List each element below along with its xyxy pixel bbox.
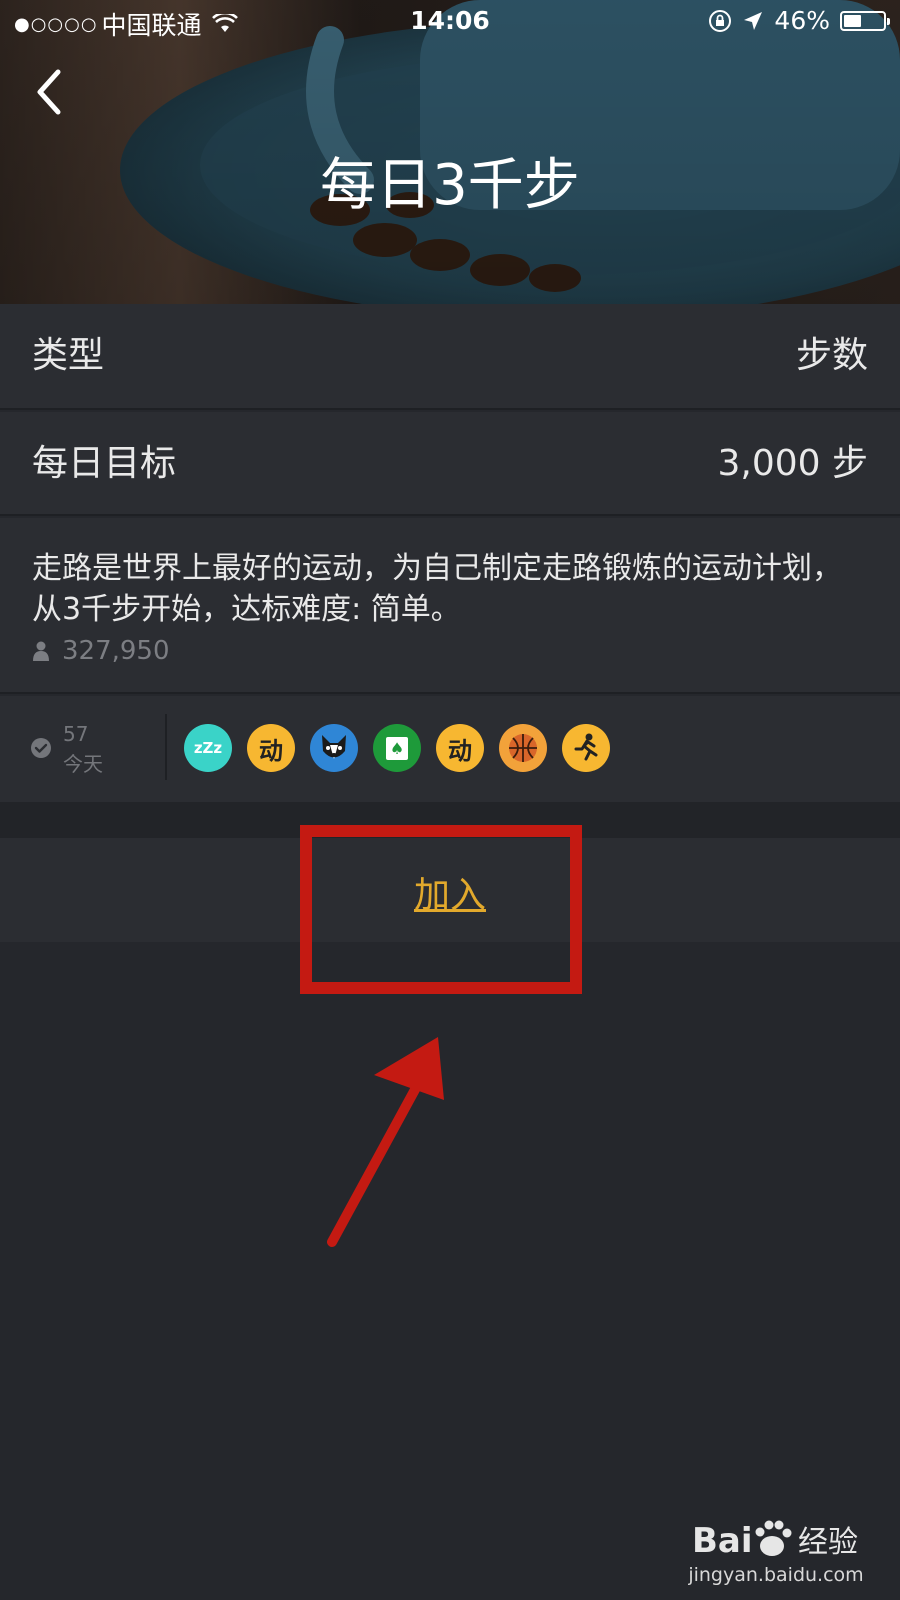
page-title: 每日3千步 <box>320 153 580 218</box>
join-bar: 加入 <box>0 838 900 942</box>
baidu-logo: Bai 经验 <box>692 1520 858 1561</box>
today-checkins: 57 今天 zZz 动 ♠ 动 <box>0 696 900 802</box>
annotation-arrow-head <box>374 1037 444 1100</box>
spade-card-icon[interactable]: ♠ <box>373 724 421 772</box>
today-count: 57 <box>63 722 89 746</box>
status-right: 46% <box>708 6 890 35</box>
participant-count: 327,950 <box>32 636 170 666</box>
location-arrow-icon <box>744 11 763 30</box>
svg-text:Bai: Bai <box>692 1521 753 1561</box>
screen: ●○○○○ 中国联通 14:06 46% 每日3千步 类型 步数 每日目标 3,… <box>0 0 900 1600</box>
sleep-icon[interactable]: zZz <box>184 724 232 772</box>
svg-text:经验: 经验 <box>798 1525 858 1560</box>
battery-fill <box>844 14 861 27</box>
person-icon <box>33 641 49 661</box>
move-icon[interactable]: 动 <box>247 724 295 772</box>
today-label: 今天 <box>63 752 103 776</box>
battery-icon <box>840 10 890 31</box>
daily-goal-value: 3,000 步 <box>717 443 868 484</box>
baidu-watermark: Bai 经验 jingyan.baidu.com <box>686 1502 886 1592</box>
battery-percent: 46% <box>774 6 830 35</box>
badge-glyph: 动 <box>259 736 283 765</box>
badge-glyph: zZz <box>193 739 223 757</box>
type-value: 步数 <box>795 335 868 376</box>
participant-count-value: 327,950 <box>62 636 170 666</box>
type-label: 类型 <box>32 335 105 376</box>
watermark-domain: jingyan.baidu.com <box>688 1564 864 1586</box>
basketball-icon[interactable] <box>499 724 547 772</box>
divider <box>165 714 167 780</box>
status-bar: ●○○○○ 中国联通 14:06 46% <box>0 0 900 44</box>
daily-goal-label: 每日目标 <box>32 443 177 484</box>
member-badges: zZz 动 ♠ 动 <box>184 724 610 772</box>
move-icon[interactable]: 动 <box>436 724 484 772</box>
check-circle-icon <box>31 738 51 758</box>
description-section: 走路是世界上最好的运动，为自己制定走路锻炼的运动计划，从3千步开始，达标难度: … <box>0 518 900 694</box>
annotation-arrow-shaft <box>327 1068 429 1247</box>
header-banner: ●○○○○ 中国联通 14:06 46% 每日3千步 <box>0 0 900 304</box>
description-text: 走路是世界上最好的运动，为自己制定走路锻炼的运动计划，从3千步开始，达标难度: … <box>32 551 842 627</box>
dog-avatar-icon[interactable] <box>310 724 358 772</box>
back-button[interactable] <box>28 66 72 118</box>
join-button[interactable]: 加入 <box>0 866 900 918</box>
chevron-left-icon <box>37 69 61 115</box>
daily-goal-row: 每日目标 3,000 步 <box>0 412 900 516</box>
badge-glyph: ♠ <box>385 736 409 760</box>
rotation-lock-icon <box>709 9 732 32</box>
badge-glyph: 动 <box>448 736 472 765</box>
section-gap <box>0 802 900 838</box>
runner-icon[interactable] <box>562 724 610 772</box>
type-row: 类型 步数 <box>0 304 900 410</box>
